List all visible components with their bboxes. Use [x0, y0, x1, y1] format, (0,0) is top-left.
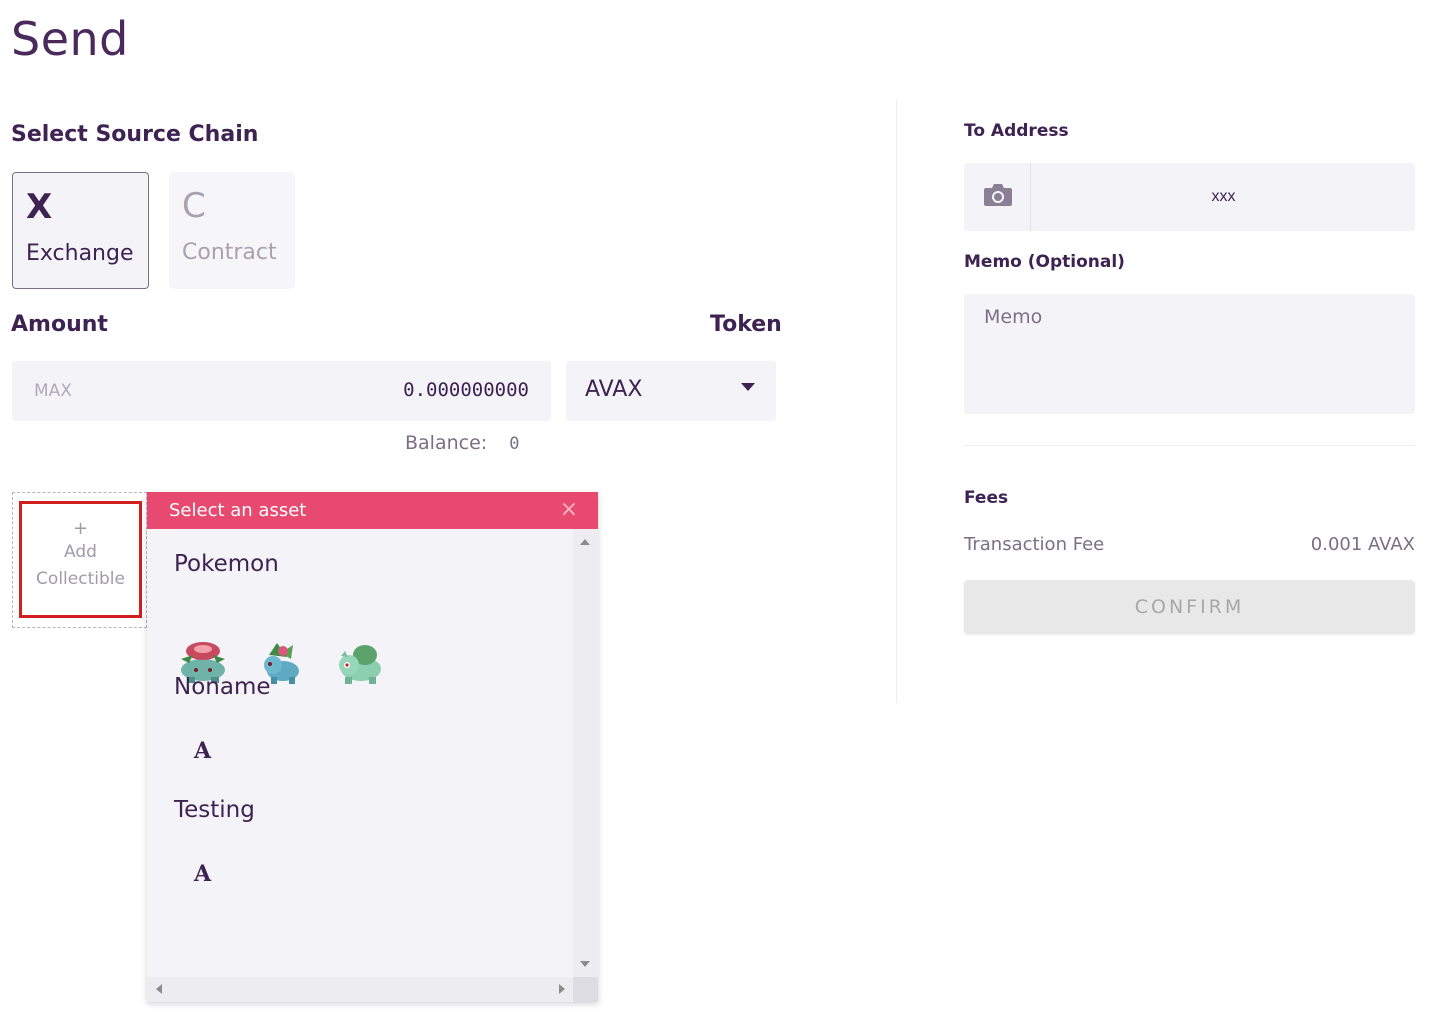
to-address-input[interactable] — [1032, 163, 1415, 231]
amount-label: Amount — [11, 312, 108, 337]
add-collectible-button[interactable]: + Add Collectible — [19, 501, 142, 618]
amount-field: MAX — [12, 361, 551, 421]
chain-option-exchange[interactable]: X Exchange — [12, 172, 149, 289]
fees-label: Fees — [964, 488, 1009, 508]
asset-group-title: Noname — [174, 674, 271, 700]
chain-option-contract[interactable]: C Contract — [169, 172, 295, 289]
memo-label: Memo (Optional) — [964, 252, 1125, 272]
horizontal-scrollbar[interactable] — [147, 977, 573, 1002]
qr-scan-button[interactable] — [964, 163, 1031, 231]
add-collectible-line2: Collectible — [36, 569, 125, 589]
transaction-fee-label: Transaction Fee — [964, 534, 1105, 555]
plus-icon: + — [72, 518, 89, 539]
scroll-right-icon[interactable] — [559, 984, 565, 994]
balance: Balance: 0 — [405, 432, 519, 454]
column-divider — [896, 100, 897, 703]
chain-name: Exchange — [26, 241, 134, 266]
add-collectible-line1: Add — [64, 542, 97, 562]
asset-select-popup: Select an asset × Pokemon Noname A Testi… — [147, 492, 598, 1002]
page-title: Send — [11, 12, 129, 66]
popup-header: Select an asset × — [147, 492, 598, 529]
scrollbar-corner — [573, 977, 598, 1002]
collectible-area: + Add Collectible — [12, 492, 147, 628]
token-label: Token — [710, 312, 782, 337]
chain-letter: X — [26, 187, 53, 227]
memo-input[interactable] — [964, 294, 1415, 414]
asset-item[interactable]: A — [194, 861, 211, 887]
chain-name: Contract — [182, 240, 277, 265]
chain-letter: C — [182, 186, 206, 226]
scroll-down-icon[interactable] — [580, 961, 590, 967]
token-select[interactable]: AVAX — [566, 361, 776, 421]
scroll-left-icon[interactable] — [156, 984, 162, 994]
scroll-up-icon[interactable] — [580, 539, 590, 545]
caret-down-icon — [741, 383, 755, 391]
balance-value: 0 — [509, 434, 520, 454]
token-selected-value: AVAX — [585, 377, 643, 402]
section-divider — [964, 445, 1415, 446]
source-chain-label: Select Source Chain — [11, 122, 259, 147]
amount-input[interactable] — [229, 379, 529, 401]
asset-group-title: Testing — [174, 797, 255, 823]
confirm-button[interactable]: CONFIRM — [964, 580, 1415, 634]
vertical-scrollbar[interactable] — [573, 529, 598, 977]
transaction-fee-value: 0.001 AVAX — [1310, 534, 1415, 555]
to-address-field — [964, 163, 1415, 231]
asset-item[interactable]: A — [194, 738, 211, 764]
popup-body: Pokemon Noname A Testing A — [147, 529, 573, 977]
to-address-label: To Address — [964, 121, 1069, 141]
close-icon[interactable]: × — [560, 497, 578, 522]
popup-title: Select an asset — [169, 500, 307, 521]
balance-label: Balance: — [405, 432, 488, 454]
asset-group-title: Pokemon — [174, 551, 279, 577]
camera-icon — [984, 184, 1012, 206]
max-button[interactable]: MAX — [34, 381, 72, 401]
bulbasaur-icon[interactable] — [331, 637, 387, 687]
